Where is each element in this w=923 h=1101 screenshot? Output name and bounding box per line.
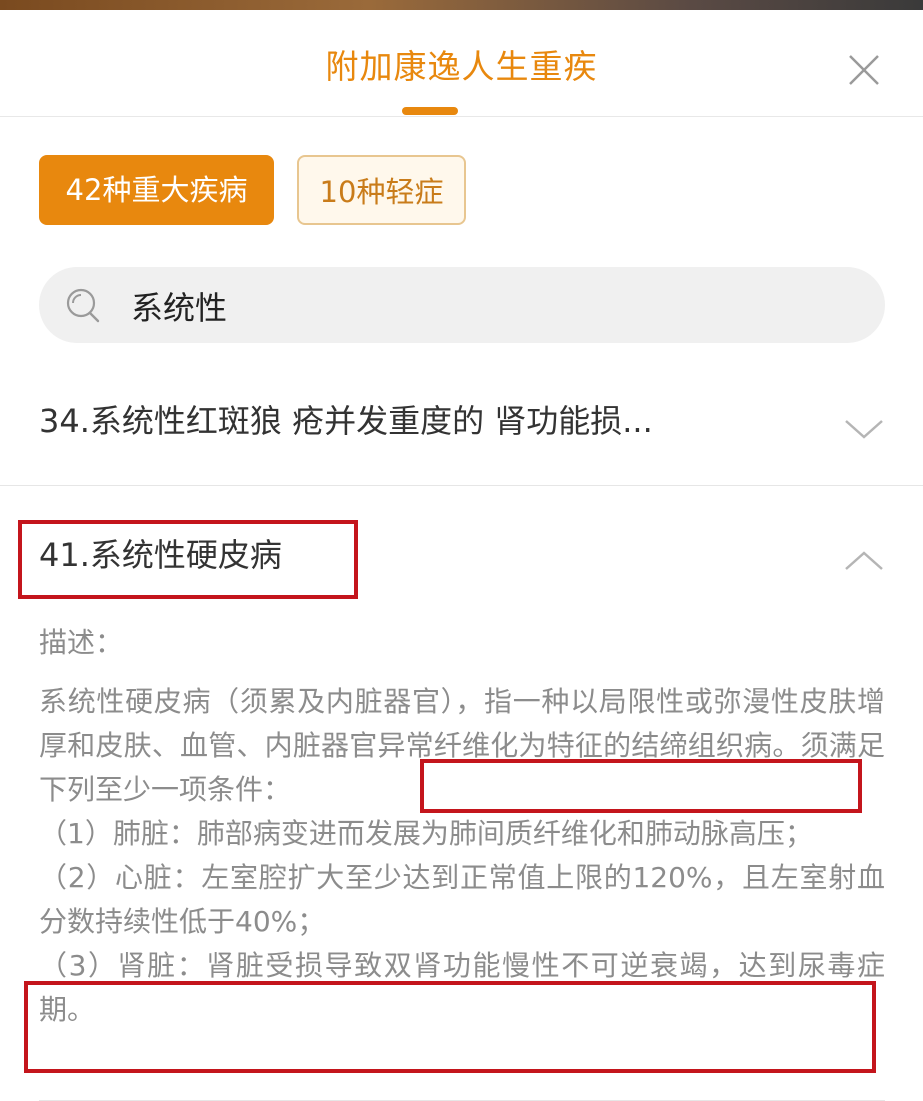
condition-2: （2）心脏：左室腔扩大至少达到正常值上限的120%，且左室射血分数持续性低于40…	[39, 861, 885, 938]
search-bar	[39, 267, 885, 343]
close-button[interactable]	[840, 46, 888, 94]
sheet-header: 附加康逸人生重疾	[0, 10, 923, 117]
chevron-up-icon[interactable]	[842, 548, 886, 574]
search-input[interactable]	[129, 277, 853, 335]
result-title[interactable]: 41.系统性硬皮病	[39, 530, 282, 576]
description-text: 系统性硬皮病（须累及内脏器官），指一种以局限性或弥漫性皮肤增厚和皮肤、血管、内脏…	[39, 680, 885, 1032]
tab-major-diseases[interactable]: 42种重大疾病	[39, 155, 274, 225]
close-icon	[849, 55, 879, 85]
title-indicator	[402, 107, 458, 115]
search-icon	[66, 288, 100, 323]
disease-list-sheet: 附加康逸人生重疾 42种重大疾病 10种轻症 34.系统性红斑狼 疮并发重度的 …	[0, 10, 923, 1101]
tab-mild-diseases[interactable]: 10种轻症	[297, 155, 466, 225]
condition-3: （3）肾脏：肾脏受损导致双肾功能慢性不可逆衰竭，达到尿毒症期。	[39, 949, 885, 1026]
result-item-34[interactable]: 34.系统性红斑狼 疮并发重度的 肾功能损...	[0, 370, 923, 486]
result-title: 34.系统性红斑狼 疮并发重度的 肾功能损...	[39, 402, 653, 440]
sheet-title: 附加康逸人生重疾	[325, 47, 598, 86]
condition-1: （1）肺脏：肺部病变进而发展为肺间质纤维化和肺动脉高压；	[39, 817, 813, 850]
background-app-strip	[0, 0, 923, 10]
description-label: 描述：	[39, 626, 124, 659]
chevron-down-icon	[845, 420, 883, 439]
description-intro: 系统性硬皮病（须累及内脏器官），指一种以局限性或弥漫性皮肤增厚和皮肤、血管、内脏…	[39, 685, 885, 762]
result-item-41: 41.系统性硬皮病 描述： 系统性硬皮病（须累及内脏器官），指一种以局限性或弥漫…	[0, 486, 923, 1086]
